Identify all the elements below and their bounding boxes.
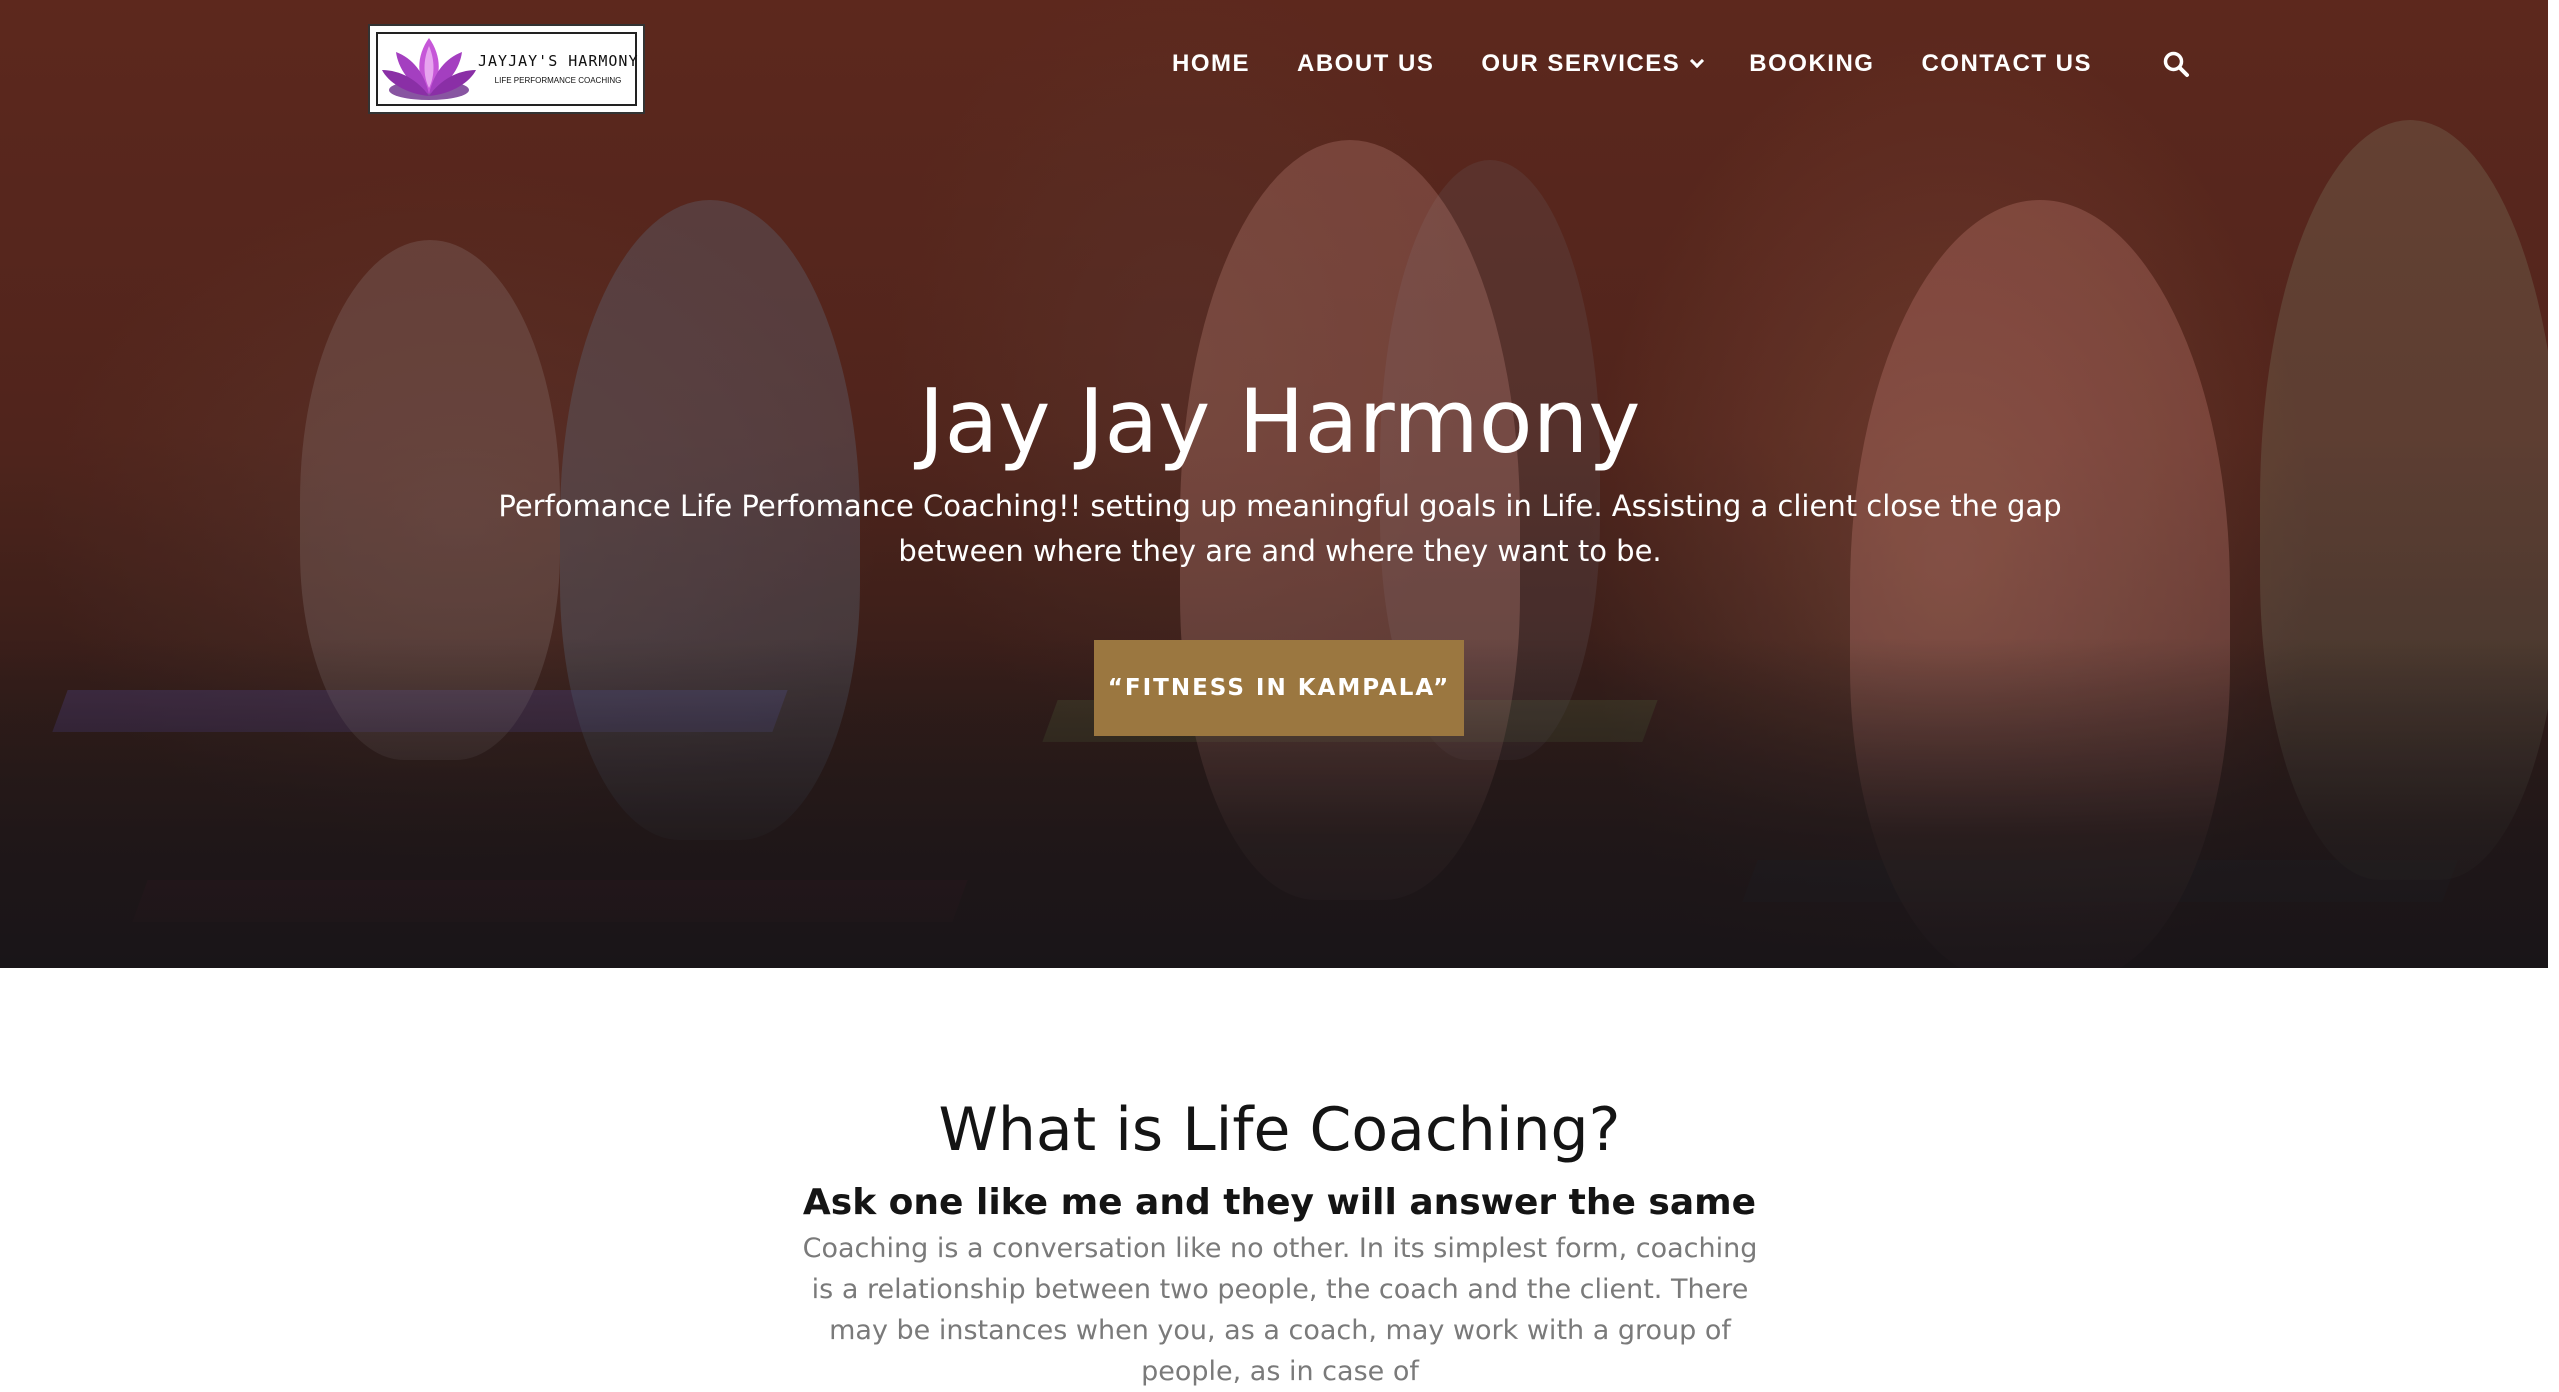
nav-contact-us-label: CONTACT US [1921, 50, 2092, 77]
hero-banner: JAYJAY'S HARMONY LIFE PERFORMANCE COACHI… [0, 0, 2548, 968]
nav-about-us-label: ABOUT US [1297, 50, 1435, 77]
hero-subtitle: Perfomance Life Perfomance Coaching!! se… [498, 489, 2062, 568]
lotus-icon [382, 38, 476, 100]
logo-text: JAYJAY'S HARMONY LIFE PERFORMANCE COACHI… [478, 52, 638, 85]
section-title: What is Life Coaching? [938, 1095, 1621, 1165]
site-logo[interactable]: JAYJAY'S HARMONY LIFE PERFORMANCE COACHI… [368, 24, 645, 114]
nav-our-services-label: OUR SERVICES [1481, 50, 1681, 77]
nav-about-us[interactable]: ABOUT US [1297, 50, 1434, 78]
nav-our-services[interactable]: OUR SERVICES [1481, 50, 1705, 78]
section-body: Coaching is a conversation like no other… [802, 1233, 1758, 1387]
hero-title: Jay Jay Harmony [918, 370, 1641, 473]
nav-booking[interactable]: BOOKING [1749, 50, 1874, 78]
nav-contact-us[interactable]: CONTACT US [1921, 50, 2092, 78]
logo-tagline: LIFE PERFORMANCE COACHING [494, 76, 622, 85]
nav-home[interactable]: HOME [1172, 50, 1250, 78]
nav-home-label: HOME [1172, 50, 1250, 77]
search-icon [2163, 51, 2189, 77]
nav-booking-label: BOOKING [1749, 50, 1875, 77]
logo-name: JAYJAY'S HARMONY [478, 52, 639, 70]
section-subtitle: Ask one like me and they will answer the… [802, 1182, 1757, 1223]
chevron-down-icon [1690, 53, 1705, 69]
fitness-in-kampala-button[interactable]: “FITNESS IN KAMPALA” [1094, 640, 1464, 736]
search-button[interactable] [2162, 50, 2190, 78]
main-nav: HOME ABOUT US OUR SERVICES BOOKING CONTA… [1172, 48, 2092, 80]
